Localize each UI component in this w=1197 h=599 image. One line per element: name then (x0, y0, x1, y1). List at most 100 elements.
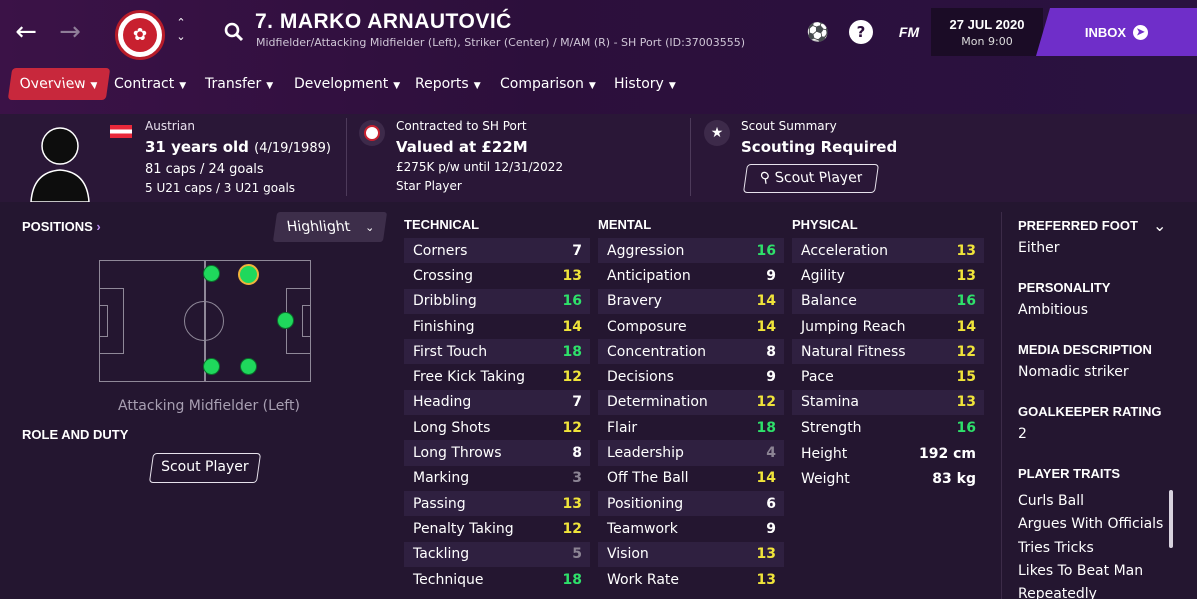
attribute-name: Passing (413, 495, 466, 512)
football-icon[interactable]: ⚽ (806, 20, 830, 44)
attribute-row[interactable]: Heading 7 (404, 389, 590, 416)
attribute-value: 14 (756, 293, 776, 310)
attribute-row[interactable]: Free Kick Taking 12 (404, 364, 590, 389)
tab-development[interactable]: Development ▼ (294, 68, 400, 100)
positions-title[interactable]: POSITIONS › (22, 219, 101, 234)
mental-title: MENTAL (598, 217, 652, 232)
fm-menu-icon[interactable]: FM (896, 20, 922, 44)
attribute-row[interactable]: Stamina 13 (792, 389, 984, 416)
inbox-button[interactable]: INBOX ➤ (1036, 8, 1197, 56)
attribute-row[interactable]: Aggression 16 (598, 238, 784, 264)
attribute-row[interactable]: First Touch 18 (404, 339, 590, 365)
attribute-row[interactable]: Anticipation 9 (598, 263, 784, 288)
position-dot[interactable] (203, 265, 220, 282)
attribute-value: 18 (562, 571, 582, 588)
attribute-value: 13 (756, 571, 776, 588)
attribute-row[interactable]: Concentration 8 (598, 339, 784, 365)
list-item: Tries Tricks (1018, 539, 1094, 556)
attribute-name: Vision (607, 546, 649, 563)
position-dot[interactable] (277, 312, 294, 329)
attribute-row[interactable]: Agility 13 (792, 263, 984, 288)
attribute-row[interactable]: Balance 16 (792, 288, 984, 314)
attribute-row[interactable]: Passing 13 (404, 490, 590, 517)
tab-transfer[interactable]: Transfer ▼ (205, 68, 273, 100)
player-traits-title: PLAYER TRAITS (1018, 466, 1121, 481)
attribute-row[interactable]: Off The Ball 14 (598, 466, 784, 491)
highlight-dropdown[interactable]: Highlight ⌄ (272, 212, 388, 242)
technical-attributes: Corners 7 Crossing 13 Dribbling 16 Finishing 14… (404, 238, 590, 592)
forward-arrow-icon[interactable]: → (55, 16, 85, 48)
attribute-row[interactable]: Vision 13 (598, 541, 784, 567)
help-icon[interactable]: ? (849, 20, 873, 44)
chevron-up-icon[interactable]: ⌃ (173, 16, 189, 30)
search-icon[interactable] (222, 20, 246, 44)
attribute-row[interactable]: Jumping Reach 14 (792, 314, 984, 339)
attribute-row[interactable]: Corners 7 (404, 238, 590, 264)
attribute-row[interactable]: Penalty Taking 12 (404, 516, 590, 541)
tab-comparison[interactable]: Comparison ▼ (500, 68, 596, 100)
attribute-row[interactable]: Leadership 4 (598, 440, 784, 466)
attribute-name: Stamina (801, 394, 859, 411)
scrollbar[interactable] (1169, 490, 1173, 548)
attribute-name: Jumping Reach (801, 318, 906, 335)
chevron-down-icon[interactable]: ⌄ (173, 30, 189, 44)
position-dot[interactable] (203, 358, 220, 375)
attribute-row[interactable]: Work Rate 13 (598, 567, 784, 592)
tab-overview[interactable]: Overview ▼ (7, 68, 111, 100)
attribute-value: 8 (766, 343, 776, 360)
tab-bar: Overview ▼ Contract ▼ Transfer ▼ Developmen… (0, 68, 700, 100)
attribute-row[interactable]: Determination 12 (598, 389, 784, 416)
attribute-row[interactable]: Pace 15 (792, 364, 984, 389)
attribute-row[interactable]: Long Throws 8 (404, 440, 590, 466)
attribute-row[interactable]: Acceleration 13 (792, 238, 984, 264)
u21-caps: 5 U21 caps / 3 U21 goals (145, 181, 296, 195)
position-dot[interactable] (240, 358, 257, 375)
attribute-row[interactable]: Marking 3 (404, 466, 590, 491)
attribute-row[interactable]: Crossing 13 (404, 263, 590, 288)
attribute-row[interactable]: Finishing 14 (404, 314, 590, 339)
attribute-name: Decisions (607, 369, 674, 386)
attribute-name: Free Kick Taking (413, 369, 526, 386)
chevron-down-icon[interactable]: ⌄ (1153, 216, 1166, 235)
attribute-name: Finishing (413, 318, 475, 335)
tab-contract[interactable]: Contract ▼ (114, 68, 186, 100)
attribute-row[interactable]: Strength 16 (792, 415, 984, 440)
caps: 81 caps / 24 goals (145, 162, 264, 177)
attribute-name: Teamwork (607, 520, 678, 537)
attribute-value: 14 (756, 318, 776, 335)
club-crest-icon[interactable]: ✿ (115, 10, 165, 60)
attribute-name: Heading (413, 394, 472, 411)
attribute-row[interactable]: Decisions 9 (598, 364, 784, 389)
attribute-row[interactable]: Positioning 6 (598, 490, 784, 517)
preferred-foot-value: Either (1018, 240, 1060, 256)
attribute-row[interactable]: Bravery 14 (598, 288, 784, 314)
inbox-label: INBOX (1084, 24, 1127, 40)
attribute-value: 12 (562, 419, 582, 436)
age: 31 years old (4/19/1989) (145, 138, 331, 156)
attribute-row[interactable]: Teamwork 9 (598, 516, 784, 541)
scout-player-button[interactable]: ⚲ Scout Player (742, 164, 880, 193)
player-switch-chevrons[interactable]: ⌃ ⌄ (173, 16, 189, 44)
attribute-value: 9 (766, 369, 776, 386)
attribute-value: 18 (562, 343, 582, 360)
attribute-row[interactable]: Tackling 5 (404, 541, 590, 567)
attribute-value: 12 (562, 369, 582, 386)
role-scout-player-button[interactable]: Scout Player (148, 453, 262, 483)
media-value: Nomadic striker (1018, 364, 1129, 380)
position-dot-selected[interactable] (238, 264, 259, 285)
tab-history[interactable]: History ▼ (614, 68, 676, 100)
header: ← → ✿ ⌃ ⌄ 7. MARKO ARNAUTOVIĆ Midfielder/… (0, 0, 1197, 114)
attribute-row[interactable]: Dribbling 16 (404, 288, 590, 314)
physical-title: PHYSICAL (792, 217, 858, 232)
attribute-name: Composure (607, 318, 687, 335)
arrow-right-icon: ➤ (1133, 24, 1149, 40)
attribute-row[interactable]: Composure 14 (598, 314, 784, 339)
attribute-row[interactable]: Long Shots 12 (404, 415, 590, 440)
date-display[interactable]: 27 JUL 2020 Mon 9:00 (931, 8, 1043, 56)
attribute-value: 16 (956, 293, 976, 310)
attribute-row[interactable]: Flair 18 (598, 415, 784, 440)
attribute-row[interactable]: Natural Fitness 12 (792, 339, 984, 365)
attribute-row[interactable]: Technique 18 (404, 567, 590, 592)
tab-reports[interactable]: Reports ▼ (415, 68, 481, 100)
back-arrow-icon[interactable]: ← (11, 16, 41, 48)
